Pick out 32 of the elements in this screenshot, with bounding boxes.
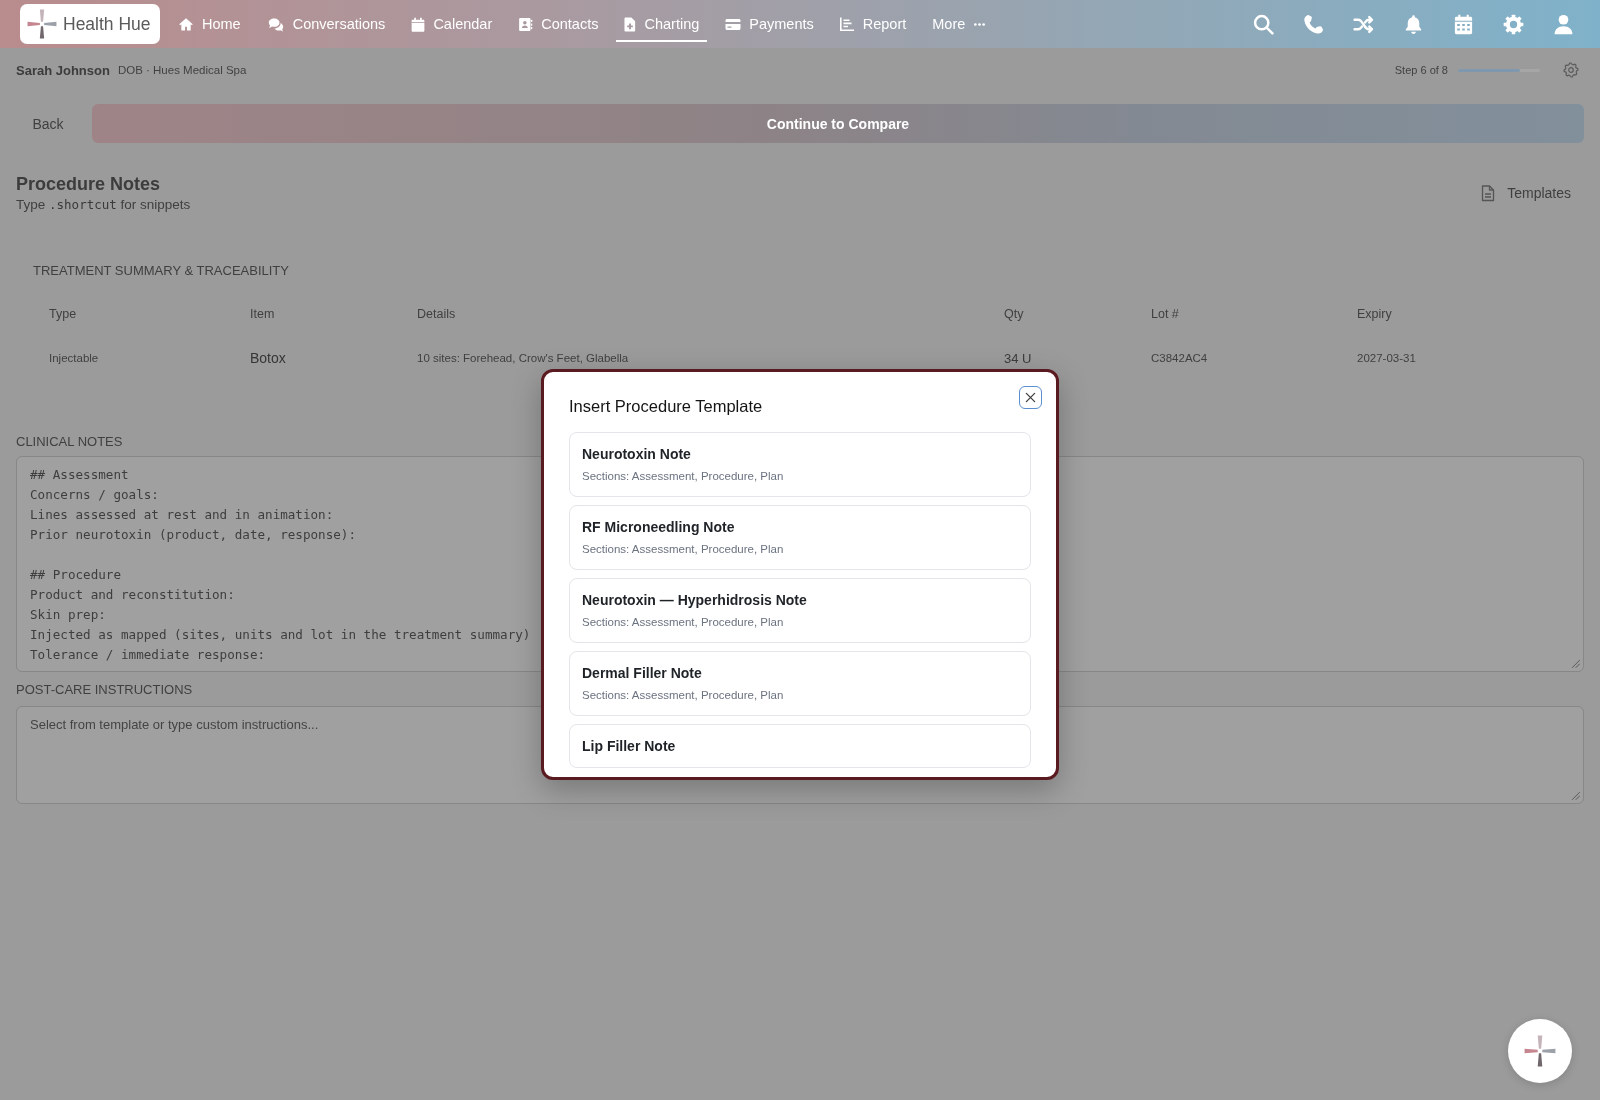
template-name: Neurotoxin Note (582, 445, 692, 463)
column-header: Lot # (1151, 307, 1179, 321)
template-name: Neurotoxin — Hyperhidrosis Note (582, 591, 808, 609)
hint-text: Type .shortcut for snippets (16, 196, 191, 214)
template-name: Dermal Filler Note (582, 664, 703, 682)
column-header: Expiry (1357, 307, 1392, 321)
template-sections: Sections: Assessment, Procedure, Plan (582, 541, 1018, 557)
step-counter: Step 6 of 8 (1394, 64, 1448, 76)
table-cell: Botox (250, 350, 286, 366)
template-sections: Sections: Assessment, Procedure, Plan (582, 614, 1018, 630)
field-label: POST-CARE INSTRUCTIONS (16, 681, 193, 699)
table-cell: Injectable (49, 352, 99, 364)
template-name: RF Microneedling Note (582, 518, 736, 536)
column-header: Qty (1004, 307, 1024, 321)
patient-name: Sarah Johnson (16, 62, 110, 78)
table-cell: C3842AC4 (1151, 352, 1208, 364)
notes-text: ## Assessment Concerns / goals: Lines assessed at rest and in animation: Prior neurotoxin (product, date, response): ## Procedure Product and reconstitution: Skin prep: Injected as mapped (sites, units and lot in the treatment summary) Tolerance / immediate response: (30, 466, 531, 664)
template-sections: Sections: Assessment, Procedure, Plan (582, 468, 1018, 484)
dialog-title: Insert Procedure Template (569, 396, 763, 417)
template-name: Lip Filler Note (582, 737, 677, 755)
column-header: Type (49, 307, 77, 321)
placeholder-text: Select from template or type custom instructions... (30, 716, 319, 734)
field-label: CLINICAL NOTES (16, 433, 123, 451)
template-sections: Sections: Assessment, Procedure, Plan (582, 687, 1018, 703)
section-heading: Procedure Notes (16, 173, 162, 196)
table-cell: 10 sites: Forehead, Crow's Feet, Glabella (417, 352, 629, 364)
section-label: TREATMENT SUMMARY & TRACEABILITY (33, 262, 289, 280)
column-header: Details (417, 307, 456, 321)
column-header: Item (250, 307, 275, 321)
table-cell: 34 U (1004, 350, 1032, 366)
table-cell: 2027-03-31 (1357, 352, 1416, 364)
patient-details: DOB · Hues Medical Spa (117, 64, 247, 76)
